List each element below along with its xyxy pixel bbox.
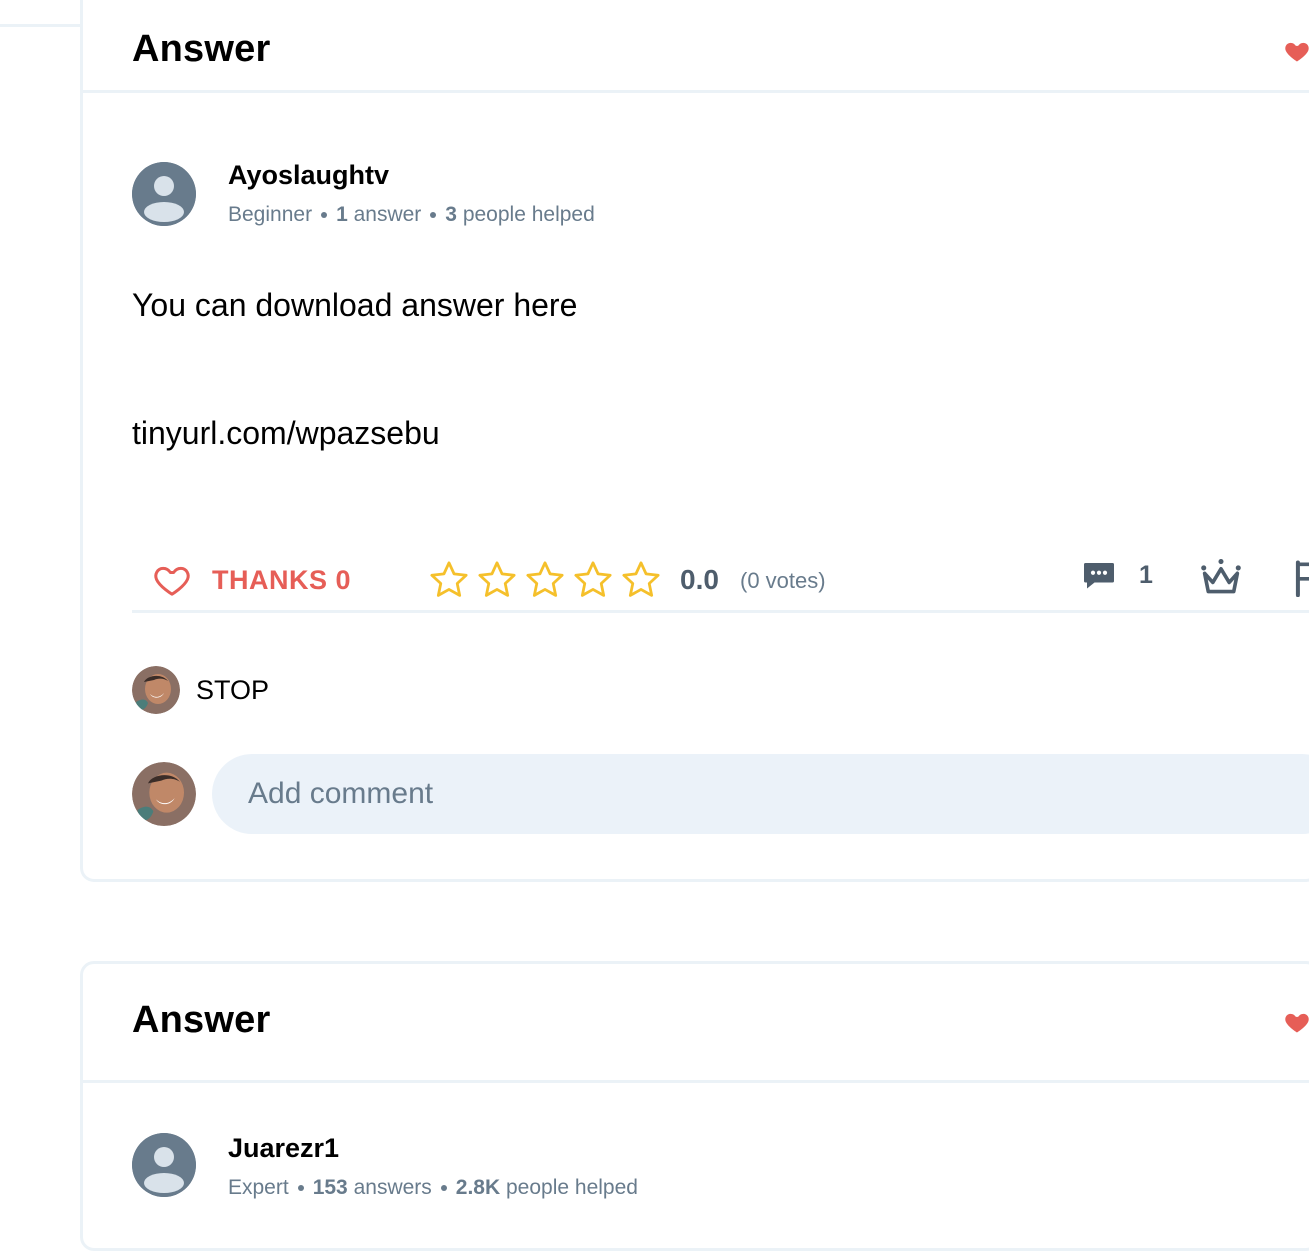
answer-link-text: tinyurl.com/wpazsebu bbox=[132, 415, 440, 451]
answer-card: Answer Juarezr1 Expert 153 answers 2.8K pe… bbox=[80, 961, 1309, 1251]
star-outline-icon[interactable] bbox=[476, 559, 518, 601]
author-rank: Beginner bbox=[228, 203, 313, 226]
author-name[interactable]: Ayoslaughtv bbox=[228, 160, 389, 191]
answer-card-header: Answer bbox=[83, 964, 1309, 1083]
separator-dot bbox=[440, 1185, 447, 1192]
add-comment-row bbox=[132, 754, 1309, 834]
answers-label: answer bbox=[353, 203, 422, 226]
heart-icon[interactable] bbox=[1283, 1008, 1309, 1036]
user-placeholder-icon bbox=[132, 162, 196, 226]
profile-photo-icon bbox=[132, 666, 180, 714]
author-avatar[interactable] bbox=[132, 1133, 196, 1197]
helped-label: people helped bbox=[506, 1176, 638, 1199]
star-outline-icon[interactable] bbox=[428, 559, 470, 601]
answer-actions: THANKS 0 0.0 (0 votes) 1 bbox=[132, 555, 1309, 625]
user-placeholder-icon bbox=[132, 1133, 196, 1197]
separator-dot bbox=[297, 1185, 304, 1192]
separator-dot bbox=[430, 212, 437, 219]
answer-title: Answer bbox=[132, 999, 271, 1041]
rating-value: 0.0 bbox=[680, 564, 719, 595]
thanks-button[interactable]: THANKS 0 bbox=[152, 555, 351, 605]
commenter-avatar[interactable] bbox=[132, 666, 180, 714]
comment-text: STOP bbox=[196, 674, 270, 705]
current-user-avatar[interactable] bbox=[132, 762, 196, 826]
separator-dot bbox=[321, 212, 328, 219]
helped-label: people helped bbox=[462, 203, 595, 226]
author-avatar[interactable] bbox=[132, 162, 196, 226]
author-rank: Expert bbox=[228, 1176, 289, 1199]
answer-title: Answer bbox=[132, 28, 271, 70]
star-outline-icon[interactable] bbox=[620, 559, 662, 601]
star-outline-icon[interactable] bbox=[524, 559, 566, 601]
comment-icon bbox=[1084, 563, 1114, 589]
answers-count: 1 bbox=[336, 203, 348, 226]
author-meta: Expert 153 answers 2.8K people helped bbox=[228, 1176, 638, 1200]
author-name[interactable]: Juarezr1 bbox=[228, 1133, 339, 1164]
rating-stars bbox=[428, 555, 668, 605]
author-meta: Beginner 1 answer 3 people helped bbox=[228, 203, 595, 227]
heart-outline-icon bbox=[154, 566, 190, 596]
helped-count: 3 bbox=[445, 203, 457, 226]
answer-card-header: Answer bbox=[83, 0, 1309, 93]
heart-icon[interactable] bbox=[1283, 37, 1309, 65]
flag-icon[interactable] bbox=[1292, 557, 1309, 597]
thanks-label: THANKS 0 bbox=[212, 564, 352, 595]
star-outline-icon[interactable] bbox=[572, 559, 614, 601]
answers-count: 153 bbox=[312, 1176, 348, 1199]
comment-item: STOP bbox=[132, 666, 269, 714]
add-comment-input[interactable] bbox=[212, 754, 1309, 834]
helped-count: 2.8K bbox=[455, 1176, 501, 1199]
comment-count: 1 bbox=[1139, 560, 1153, 589]
answer-card: Answer Ayoslaughtv Beginner 1 answer 3 peo… bbox=[80, 0, 1309, 882]
profile-photo-icon bbox=[132, 762, 196, 826]
answer-text-line: You can download answer here bbox=[132, 287, 578, 323]
actions-divider bbox=[132, 610, 1309, 613]
votes-count: (0 votes) bbox=[740, 568, 826, 593]
answers-label: answers bbox=[353, 1176, 432, 1199]
comments-button[interactable]: 1 bbox=[1081, 557, 1153, 593]
crown-icon[interactable] bbox=[1199, 557, 1243, 597]
